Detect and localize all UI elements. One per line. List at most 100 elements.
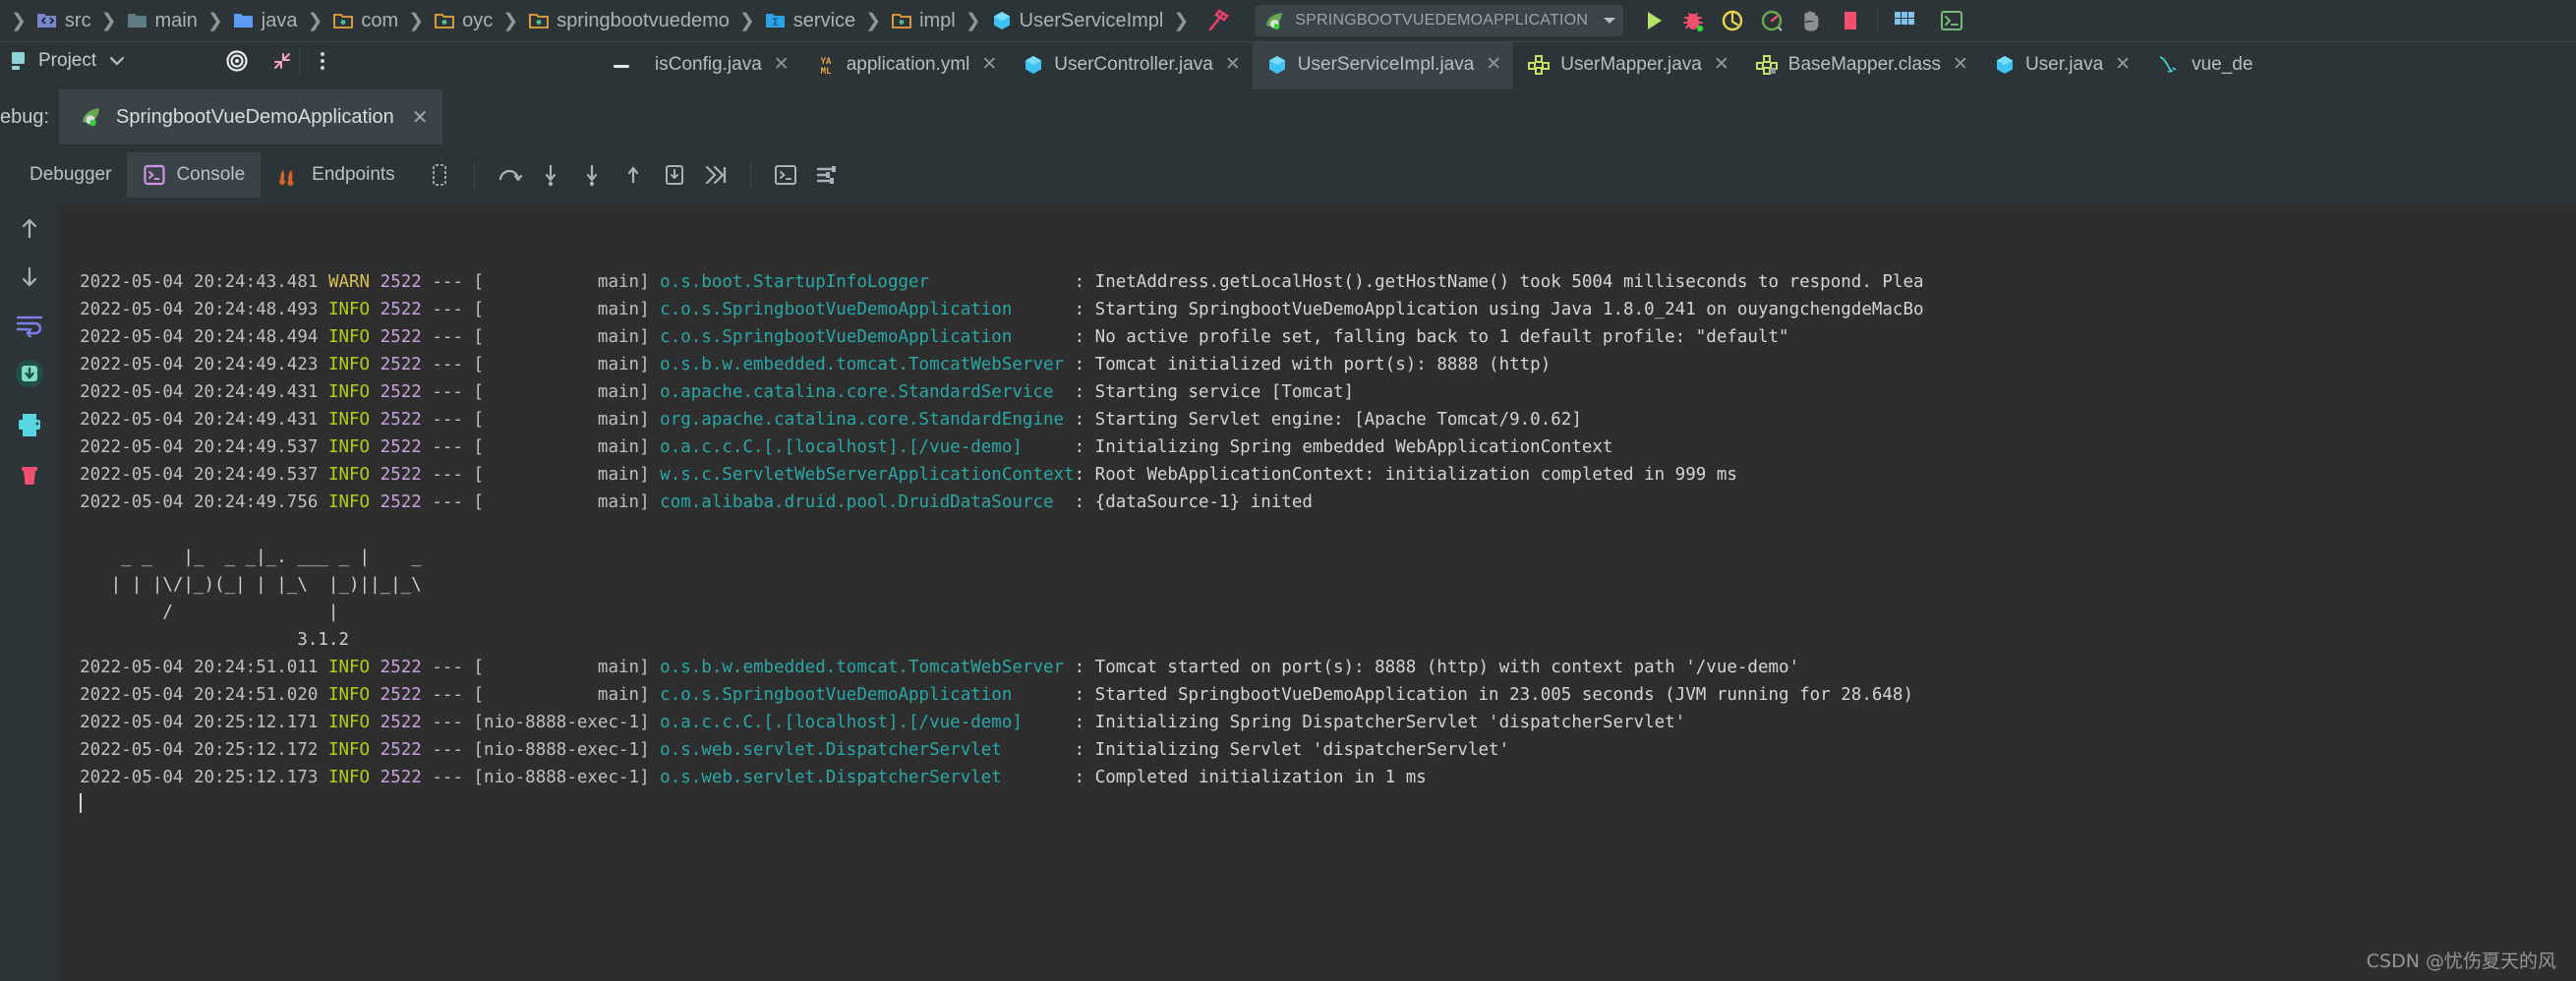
breadcrumb-separator: ❯ bbox=[408, 10, 425, 31]
log-separator: --- [ bbox=[421, 658, 485, 677]
log-logger: o.s.web.servlet.DispatcherServlet bbox=[660, 740, 1075, 760]
evaluate-expression-icon[interactable] bbox=[765, 154, 806, 196]
log-thread: nio-8888-exec-1] bbox=[484, 713, 650, 732]
editor-tab-usercontroller[interactable]: UserController.java ✕ bbox=[1009, 42, 1253, 89]
breadcrumb-separator: ❯ bbox=[738, 10, 755, 31]
debug-tab-debugger[interactable]: Debugger bbox=[14, 152, 127, 198]
scroll-down-icon[interactable] bbox=[15, 262, 44, 292]
debug-bug-icon[interactable] bbox=[1680, 8, 1706, 33]
tab-label: User.java bbox=[2024, 53, 2104, 75]
profiler-icon[interactable] bbox=[1759, 8, 1785, 33]
editor-tab-isconfig[interactable]: isConfig.java ✕ bbox=[641, 42, 801, 89]
log-logger: c.o.s.SpringbootVueDemoApplication bbox=[660, 327, 1075, 347]
chevron-down-icon[interactable] bbox=[108, 54, 126, 68]
hammer-icon[interactable] bbox=[1205, 8, 1231, 33]
breadcrumb-separator: ❯ bbox=[100, 10, 117, 31]
console-area: 2022-05-04 20:24:43.481 WARN 2522 --- [ … bbox=[0, 205, 2576, 981]
editor-tab-userserviceimpl[interactable]: UserServiceImpl.java ✕ bbox=[1252, 42, 1514, 89]
collapse-all-icon[interactable] bbox=[269, 48, 295, 74]
breadcrumb-item-src[interactable]: src bbox=[33, 6, 94, 35]
step-over-icon[interactable] bbox=[489, 154, 530, 196]
editor-tab-basemapper[interactable]: BaseMapper.class ✕ bbox=[1741, 42, 1980, 89]
log-separator: --- [ bbox=[421, 713, 485, 732]
editor-tab-application-yml[interactable]: YA ML application.yml ✕ bbox=[801, 42, 1010, 89]
log-pid: 2522 bbox=[380, 327, 422, 347]
breadcrumb-item-oyc[interactable]: oyc bbox=[431, 6, 496, 35]
breadcrumb-item-service[interactable]: Σ service bbox=[762, 6, 858, 35]
toolbar-divider bbox=[1877, 8, 1879, 33]
breadcrumb-item-userserviceimpl[interactable]: UserServiceImpl bbox=[988, 6, 1167, 35]
hide-icon[interactable] bbox=[602, 42, 641, 89]
hand-icon[interactable] bbox=[1798, 8, 1824, 33]
log-timestamp: 2022-05-04 20:24:51.011 bbox=[80, 658, 319, 677]
breadcrumb-item-impl[interactable]: impl bbox=[888, 6, 959, 35]
settings-sliders-icon[interactable] bbox=[806, 154, 848, 196]
grid-icon[interactable] bbox=[1892, 8, 1917, 33]
close-icon[interactable]: ✕ bbox=[774, 53, 790, 76]
banner-text: / | bbox=[59, 603, 339, 622]
breadcrumb-item-java[interactable]: java bbox=[230, 6, 301, 35]
more-options-icon[interactable] bbox=[300, 48, 345, 74]
layout-settings-icon[interactable] bbox=[419, 154, 460, 196]
step-into-icon[interactable] bbox=[530, 154, 571, 196]
console-banner-line: _ _ |_ _ _|_. ___ _ | _ bbox=[59, 544, 2576, 571]
breadcrumb-item-main[interactable]: main bbox=[124, 6, 201, 35]
log-timestamp: 2022-05-04 20:24:49.431 bbox=[80, 410, 319, 430]
close-icon[interactable]: ✕ bbox=[1486, 53, 1501, 76]
editor-tab-usermapper[interactable]: UserMapper.java ✕ bbox=[1513, 42, 1741, 89]
chevron-down-icon[interactable] bbox=[1602, 14, 1617, 28]
log-message: : InetAddress.getLocalHost().getHostName… bbox=[1074, 272, 1924, 292]
console-log-line: 2022-05-04 20:25:12.171 INFO 2522 --- [n… bbox=[59, 709, 2576, 736]
log-message: : {dataSource-1} inited bbox=[1074, 492, 1313, 512]
log-thread: main] bbox=[484, 300, 650, 319]
console-log-line: 2022-05-04 20:24:48.493 INFO 2522 --- [ … bbox=[59, 296, 2576, 323]
log-separator: --- [ bbox=[421, 300, 485, 319]
console-output[interactable]: 2022-05-04 20:24:43.481 WARN 2522 --- [ … bbox=[59, 205, 2576, 981]
close-icon[interactable]: ✕ bbox=[412, 105, 429, 130]
clear-all-icon[interactable] bbox=[15, 459, 44, 489]
stop-icon[interactable] bbox=[1838, 8, 1863, 33]
console-caret-line bbox=[59, 791, 2576, 819]
package-folder-icon bbox=[332, 11, 354, 30]
project-tool-window-header[interactable]: Project bbox=[0, 42, 295, 80]
breadcrumb-item-springbootvuedemo[interactable]: springbootvuedemo bbox=[525, 6, 732, 35]
coverage-icon[interactable] bbox=[1720, 8, 1745, 33]
breadcrumb-item-com[interactable]: com bbox=[329, 6, 401, 35]
scroll-to-end-icon[interactable] bbox=[13, 357, 46, 390]
console-log-line: 2022-05-04 20:24:49.431 INFO 2522 --- [ … bbox=[59, 378, 2576, 406]
print-icon[interactable] bbox=[15, 410, 44, 439]
force-step-into-icon[interactable] bbox=[571, 154, 613, 196]
project-icon bbox=[10, 50, 29, 72]
mysql-icon bbox=[2156, 53, 2182, 77]
log-pid: 2522 bbox=[380, 465, 422, 485]
run-icon[interactable] bbox=[1641, 8, 1667, 33]
breadcrumb-label: java bbox=[261, 9, 298, 31]
navigation-bar: ❯ src ❯ main ❯ java ❯ com ❯ oyc ❯ spring… bbox=[0, 0, 2576, 41]
console-log-line: 2022-05-04 20:24:49.431 INFO 2522 --- [ … bbox=[59, 406, 2576, 433]
run-to-cursor-icon[interactable] bbox=[695, 154, 736, 196]
log-message: : Root WebApplicationContext: initializa… bbox=[1074, 465, 1737, 485]
close-icon[interactable]: ✕ bbox=[981, 53, 997, 76]
log-level: INFO bbox=[327, 355, 371, 375]
drop-frame-icon[interactable] bbox=[654, 154, 695, 196]
debug-tab-console[interactable]: Console bbox=[127, 152, 262, 198]
editor-tab-user[interactable]: User.java ✕ bbox=[1980, 42, 2142, 89]
console-log-line: 2022-05-04 20:25:12.172 INFO 2522 --- [n… bbox=[59, 736, 2576, 764]
debug-session-tab[interactable]: SpringbootVueDemoApplication ✕ bbox=[59, 89, 442, 144]
close-icon[interactable]: ✕ bbox=[1225, 53, 1241, 76]
log-message: : Starting SpringbootVueDemoApplication … bbox=[1074, 300, 1924, 319]
log-message: : Starting Servlet engine: [Apache Tomca… bbox=[1074, 410, 1582, 430]
close-icon[interactable]: ✕ bbox=[1714, 53, 1729, 76]
close-icon[interactable]: ✕ bbox=[2115, 53, 2131, 76]
breadcrumb-separator: ❯ bbox=[307, 10, 323, 31]
terminal-icon[interactable] bbox=[1939, 8, 1964, 33]
scroll-up-icon[interactable] bbox=[15, 213, 44, 243]
step-out-icon[interactable] bbox=[613, 154, 654, 196]
debug-tab-endpoints[interactable]: Endpoints bbox=[261, 152, 411, 198]
close-icon[interactable]: ✕ bbox=[1953, 53, 1968, 76]
target-icon[interactable] bbox=[224, 48, 250, 74]
editor-tab-vue-demo-db[interactable]: vue_de bbox=[2142, 42, 2276, 89]
run-configuration-selector[interactable]: SPRINGBOOTVUEDEMOAPPLICATION bbox=[1255, 5, 1624, 36]
soft-wrap-icon[interactable] bbox=[14, 312, 45, 337]
console-log-line: 2022-05-04 20:24:48.494 INFO 2522 --- [ … bbox=[59, 323, 2576, 351]
